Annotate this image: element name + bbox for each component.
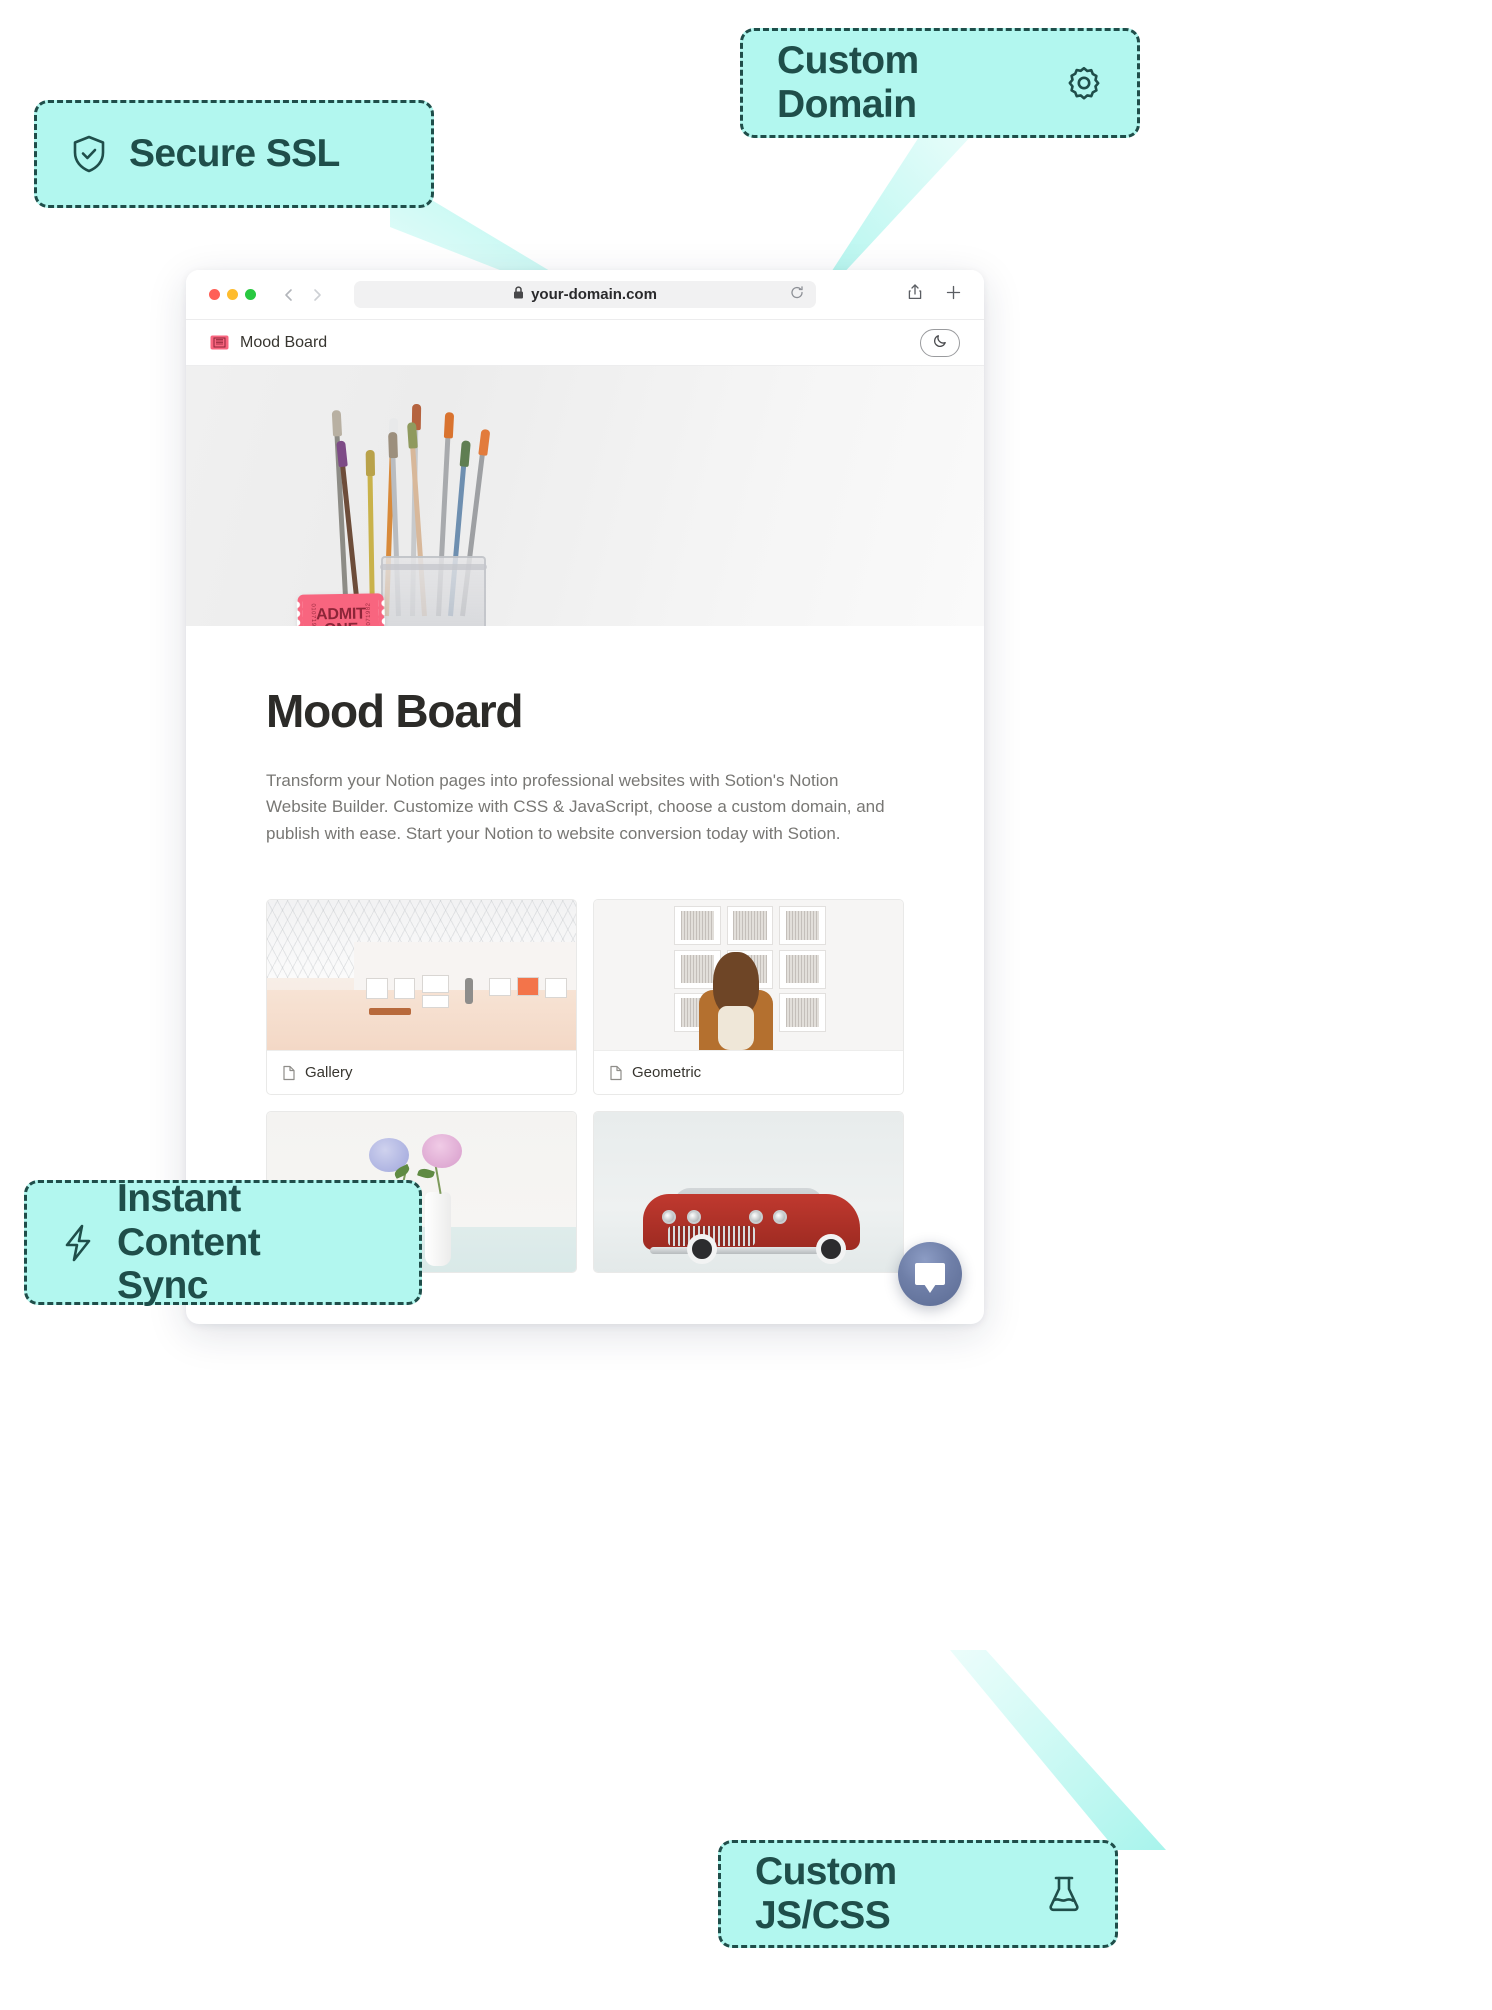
hero-cover-image: 01071982 ADMIT ONE 01071982	[186, 366, 984, 626]
paintbrushes-illustration	[296, 374, 566, 626]
chrome-actions	[907, 283, 968, 306]
moon-icon	[933, 333, 948, 353]
document-icon	[609, 1065, 623, 1081]
chat-widget-button[interactable]	[898, 1242, 962, 1306]
callout-custom-domain[interactable]: Custom Domain	[740, 28, 1140, 138]
site-navbar: Mood Board	[186, 320, 984, 366]
callout-label: Custom Domain	[777, 39, 919, 126]
site-nav-title: Mood Board	[240, 333, 328, 351]
minimize-window-button[interactable]	[227, 289, 238, 300]
callout-label: Instant Content Sync	[117, 1177, 261, 1308]
share-icon[interactable]	[907, 283, 923, 306]
ticket-serial-left: 01071982	[309, 603, 317, 626]
card-image-woman-viewing-prints	[594, 900, 903, 1051]
flask-icon	[1047, 1874, 1081, 1914]
chevron-left-icon[interactable]	[282, 287, 296, 303]
close-window-button[interactable]	[209, 289, 220, 300]
cone-custom-js-css	[950, 1650, 1180, 1870]
callout-label: Secure SSL	[129, 132, 340, 176]
reload-icon[interactable]	[790, 285, 804, 304]
theme-toggle-button[interactable]	[920, 328, 960, 357]
brush-jar	[380, 556, 487, 626]
lock-icon	[513, 286, 524, 303]
url-text: your-domain.com	[531, 286, 657, 303]
card-image-museum-interior	[267, 900, 576, 1051]
admit-one-sticker: 01071982 ADMIT ONE 01071982	[297, 593, 385, 626]
ticket-line-2: ONE	[324, 621, 358, 626]
card-caption: Gallery	[267, 1050, 576, 1094]
nav-buttons	[282, 287, 324, 303]
plus-icon[interactable]	[945, 284, 962, 306]
chat-bubble-icon	[915, 1263, 945, 1285]
lightning-bolt-icon	[61, 1223, 95, 1263]
card-title: Gallery	[305, 1064, 353, 1082]
browser-chrome: your-domain.com	[186, 270, 984, 320]
card-title: Geometric	[632, 1064, 702, 1082]
card-gallery[interactable]: Gallery	[266, 899, 577, 1096]
callout-secure-ssl[interactable]: Secure SSL	[34, 100, 434, 208]
zoom-window-button[interactable]	[245, 289, 256, 300]
callout-custom-js-css[interactable]: Custom JS/CSS	[718, 1840, 1118, 1948]
callout-instant-content-sync[interactable]: Instant Content Sync	[24, 1177, 422, 1308]
admit-one-ticket-icon	[210, 335, 229, 350]
card-car[interactable]	[593, 1111, 904, 1274]
traffic-lights	[202, 289, 256, 300]
document-icon	[282, 1065, 296, 1081]
ticket-serial-right: 01071982	[365, 602, 373, 626]
browser-window: your-domain.com Mood Board 01071982 ADMI…	[186, 270, 984, 1324]
shield-check-icon	[71, 134, 107, 174]
callout-label: Custom JS/CSS	[755, 1850, 897, 1937]
page-description: Transform your Notion pages into profess…	[266, 771, 885, 843]
address-bar[interactable]: your-domain.com	[354, 281, 816, 308]
poster-canvas: your-domain.com Mood Board 01071982 ADMI…	[0, 0, 1492, 2010]
gear-icon	[1065, 64, 1103, 102]
card-image-red-vintage-corvette	[594, 1112, 903, 1273]
site-brand[interactable]: Mood Board	[210, 334, 327, 352]
card-geometric[interactable]: Geometric	[593, 899, 904, 1096]
page-title: Mood Board	[266, 685, 523, 737]
card-caption: Geometric	[594, 1050, 903, 1094]
chevron-right-icon[interactable]	[310, 287, 324, 303]
page-content: Mood Board Transform your Notion pages i…	[186, 626, 984, 1274]
